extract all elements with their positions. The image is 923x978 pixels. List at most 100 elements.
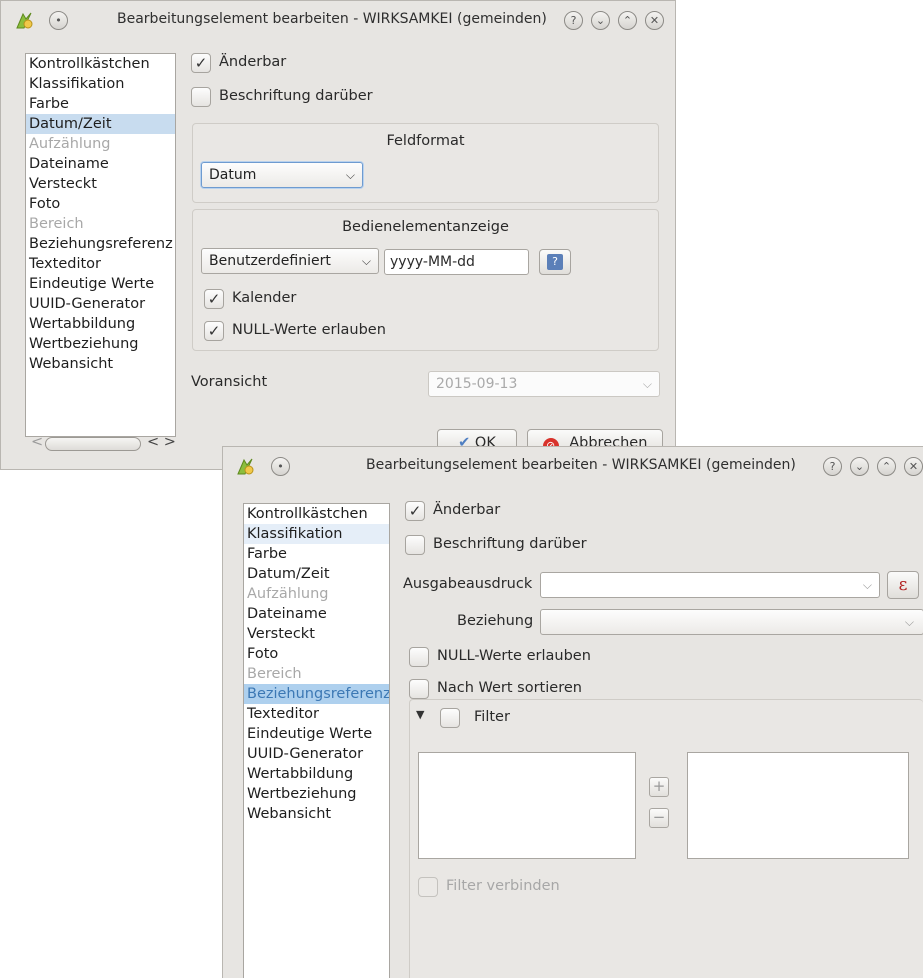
filter-label: Filter: [474, 709, 510, 725]
window-menu-icon[interactable]: •: [49, 11, 68, 30]
preview-label: Voransicht: [191, 374, 268, 390]
list-item-widget-type[interactable]: Datum/Zeit: [244, 564, 389, 584]
list-item-widget-type[interactable]: UUID-Generator: [244, 744, 389, 764]
display-format-input[interactable]: yyyy-MM-dd: [384, 249, 529, 275]
output-expression-label: Ausgabeausdruck: [403, 576, 533, 592]
list-item-widget-type[interactable]: Versteckt: [244, 624, 389, 644]
preview-date-combo[interactable]: 2015-09-13 ⌵: [428, 371, 660, 397]
list-item-widget-type[interactable]: Bereich: [244, 664, 389, 684]
list-item-widget-type[interactable]: Klassifikation: [244, 524, 389, 544]
close-icon[interactable]: ✕: [904, 457, 923, 476]
list-item-widget-type[interactable]: Aufzählung: [244, 584, 389, 604]
available-fields-list[interactable]: [418, 752, 636, 859]
label-on-top-checkbox[interactable]: [191, 87, 211, 107]
list-item-widget-type[interactable]: Wertbeziehung: [26, 334, 175, 354]
preview-date-value: 2015-09-13: [436, 376, 518, 392]
title-bar[interactable]: • Bearbeitungselement bearbeiten - WIRKS…: [1, 1, 675, 41]
window-menu-icon[interactable]: •: [271, 457, 290, 476]
qgis-logo-icon: [237, 458, 254, 475]
list-item-widget-type[interactable]: Foto: [244, 644, 389, 664]
field-format-combo[interactable]: Datum ⌵: [201, 162, 363, 188]
edit-widget-dialog-datetime: • Bearbeitungselement bearbeiten - WIRKS…: [0, 0, 676, 470]
edit-widget-dialog-relation-reference: • Bearbeitungselement bearbeiten - WIRKS…: [222, 446, 923, 978]
list-item-widget-type[interactable]: Kontrollkästchen: [244, 504, 389, 524]
chevron-down-icon: ⌵: [862, 578, 872, 592]
list-item-widget-type[interactable]: Kontrollkästchen: [26, 54, 175, 74]
list-item-widget-type[interactable]: Beziehungsreferenz: [244, 684, 389, 704]
display-format-combo[interactable]: Benutzerdefiniert ⌵: [201, 248, 379, 274]
calendar-label: Kalender: [232, 290, 297, 306]
chevron-down-icon: ⌵: [361, 254, 371, 268]
list-item-widget-type[interactable]: Texteditor: [26, 254, 175, 274]
minimize-icon[interactable]: ⌄: [591, 11, 610, 30]
list-item-widget-type[interactable]: Webansicht: [26, 354, 175, 374]
option-label: NULL-Werte erlauben: [437, 648, 591, 664]
window-title: Bearbeitungselement bearbeiten - WIRKSAM…: [117, 11, 547, 27]
expand-triangle-icon[interactable]: ▼: [416, 708, 424, 721]
help-icon[interactable]: ?: [564, 11, 583, 30]
label-on-top-checkbox[interactable]: [405, 535, 425, 555]
filter-checkbox[interactable]: [440, 708, 460, 728]
output-expression-combo[interactable]: ⌵: [540, 572, 880, 598]
maximize-icon[interactable]: ⌃: [618, 11, 637, 30]
field-format-value: Datum: [209, 167, 257, 183]
list-item-widget-type[interactable]: Farbe: [26, 94, 175, 114]
list-item-widget-type[interactable]: Aufzählung: [26, 134, 175, 154]
list-item-widget-type[interactable]: Dateiname: [244, 604, 389, 624]
allow-null-label: NULL-Werte erlauben: [232, 322, 386, 338]
list-item-widget-type[interactable]: Klassifikation: [26, 74, 175, 94]
allow-null-checkbox[interactable]: ✓: [204, 321, 224, 341]
option-checkbox[interactable]: [409, 679, 429, 699]
list-item-widget-type[interactable]: Dateiname: [26, 154, 175, 174]
qgis-logo-icon: [16, 12, 33, 29]
option-checkbox[interactable]: [409, 647, 429, 667]
chevron-down-icon: ⌵: [904, 615, 914, 629]
scroll-left-arrow[interactable]: <: [31, 434, 43, 450]
label-on-top-label: Beschriftung darüber: [219, 88, 373, 104]
label-on-top-label: Beschriftung darüber: [433, 536, 587, 552]
filter-group: ▼ Filter + − Filter verbinden: [409, 699, 923, 978]
list-item-widget-type[interactable]: Bereich: [26, 214, 175, 234]
list-item-widget-type[interactable]: Wertbeziehung: [244, 784, 389, 804]
list-item-widget-type[interactable]: Datum/Zeit: [26, 114, 175, 134]
close-icon[interactable]: ✕: [645, 11, 664, 30]
format-help-button[interactable]: ?: [539, 249, 571, 275]
selected-fields-list[interactable]: [687, 752, 909, 859]
list-item-widget-type[interactable]: Wertabbildung: [26, 314, 175, 334]
expression-builder-button[interactable]: ε: [887, 571, 919, 599]
calendar-checkbox[interactable]: ✓: [204, 289, 224, 309]
list-item-widget-type[interactable]: Foto: [26, 194, 175, 214]
list-item-widget-type[interactable]: Beziehungsreferenz: [26, 234, 175, 254]
editable-checkbox[interactable]: ✓: [405, 501, 425, 521]
horizontal-scrollbar-thumb[interactable]: [45, 437, 141, 451]
help-icon[interactable]: ?: [823, 457, 842, 476]
field-format-group: Feldformat Datum ⌵: [192, 123, 659, 203]
relation-combo[interactable]: ⌵: [540, 609, 923, 635]
list-item-widget-type[interactable]: UUID-Generator: [26, 294, 175, 314]
chain-filters-label: Filter verbinden: [446, 878, 560, 894]
list-item-widget-type[interactable]: Versteckt: [26, 174, 175, 194]
scroll-step-arrows[interactable]: < >: [147, 434, 176, 450]
widget-type-list[interactable]: Kontrollkästchen Klassifikation Farbe Datum…: [243, 503, 390, 978]
minimize-icon[interactable]: ⌄: [850, 457, 869, 476]
list-item-widget-type[interactable]: Webansicht: [244, 804, 389, 824]
chain-filters-checkbox[interactable]: [418, 877, 438, 897]
chevron-down-icon: ⌵: [345, 168, 355, 182]
list-item-widget-type[interactable]: Farbe: [244, 544, 389, 564]
list-item-widget-type[interactable]: Texteditor: [244, 704, 389, 724]
add-filter-button[interactable]: +: [649, 777, 669, 797]
display-format-value: Benutzerdefiniert: [209, 253, 331, 269]
list-item-widget-type[interactable]: Wertabbildung: [244, 764, 389, 784]
editable-checkbox[interactable]: ✓: [191, 53, 211, 73]
remove-filter-button[interactable]: −: [649, 808, 669, 828]
chevron-down-icon: ⌵: [642, 377, 652, 391]
epsilon-icon: ε: [898, 575, 908, 595]
widget-type-list[interactable]: Kontrollkästchen Klassifikation Farbe Datum…: [25, 53, 176, 437]
list-item-widget-type[interactable]: Eindeutige Werte: [244, 724, 389, 744]
widget-display-group: Bedienelementanzeige Benutzerdefiniert ⌵…: [192, 209, 659, 351]
relation-label: Beziehung: [457, 613, 534, 629]
title-bar[interactable]: • Bearbeitungselement bearbeiten - WIRKS…: [223, 447, 923, 487]
maximize-icon[interactable]: ⌃: [877, 457, 896, 476]
list-item-widget-type[interactable]: Eindeutige Werte: [26, 274, 175, 294]
window-title: Bearbeitungselement bearbeiten - WIRKSAM…: [366, 457, 796, 473]
